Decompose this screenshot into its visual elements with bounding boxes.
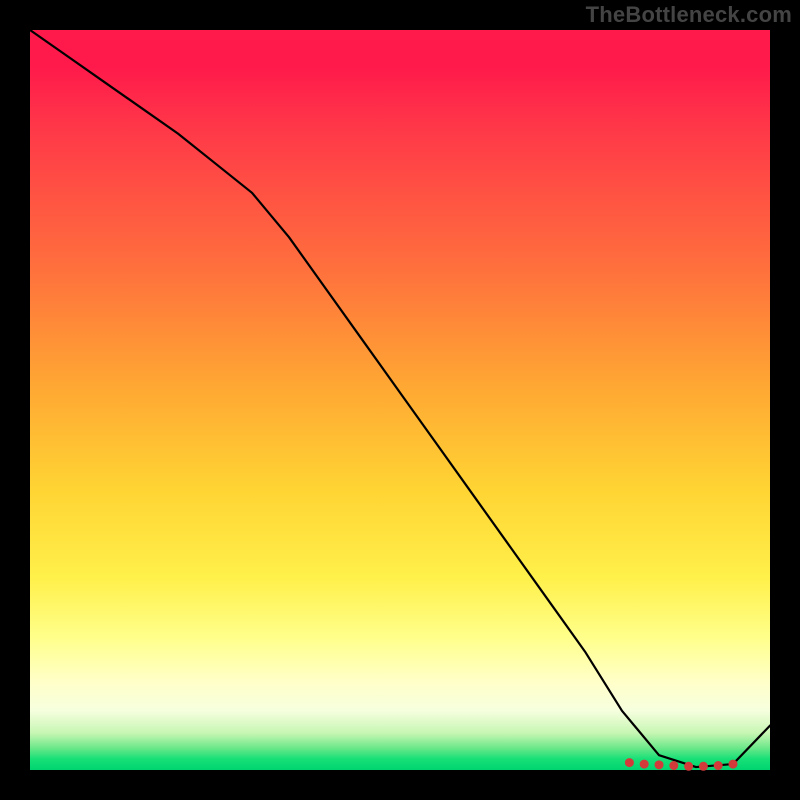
line-series [30,30,770,767]
series-marker [699,762,707,770]
series-marker [685,762,693,770]
marker-group [625,759,737,771]
chart-frame: TheBottleneck.com [0,0,800,800]
series-marker [625,759,633,767]
chart-overlay-svg [30,30,770,770]
watermark-text: TheBottleneck.com [586,2,792,28]
series-marker [670,762,678,770]
series-marker [640,760,648,768]
series-marker [655,761,663,769]
series-marker [729,760,737,768]
series-marker [714,762,722,770]
